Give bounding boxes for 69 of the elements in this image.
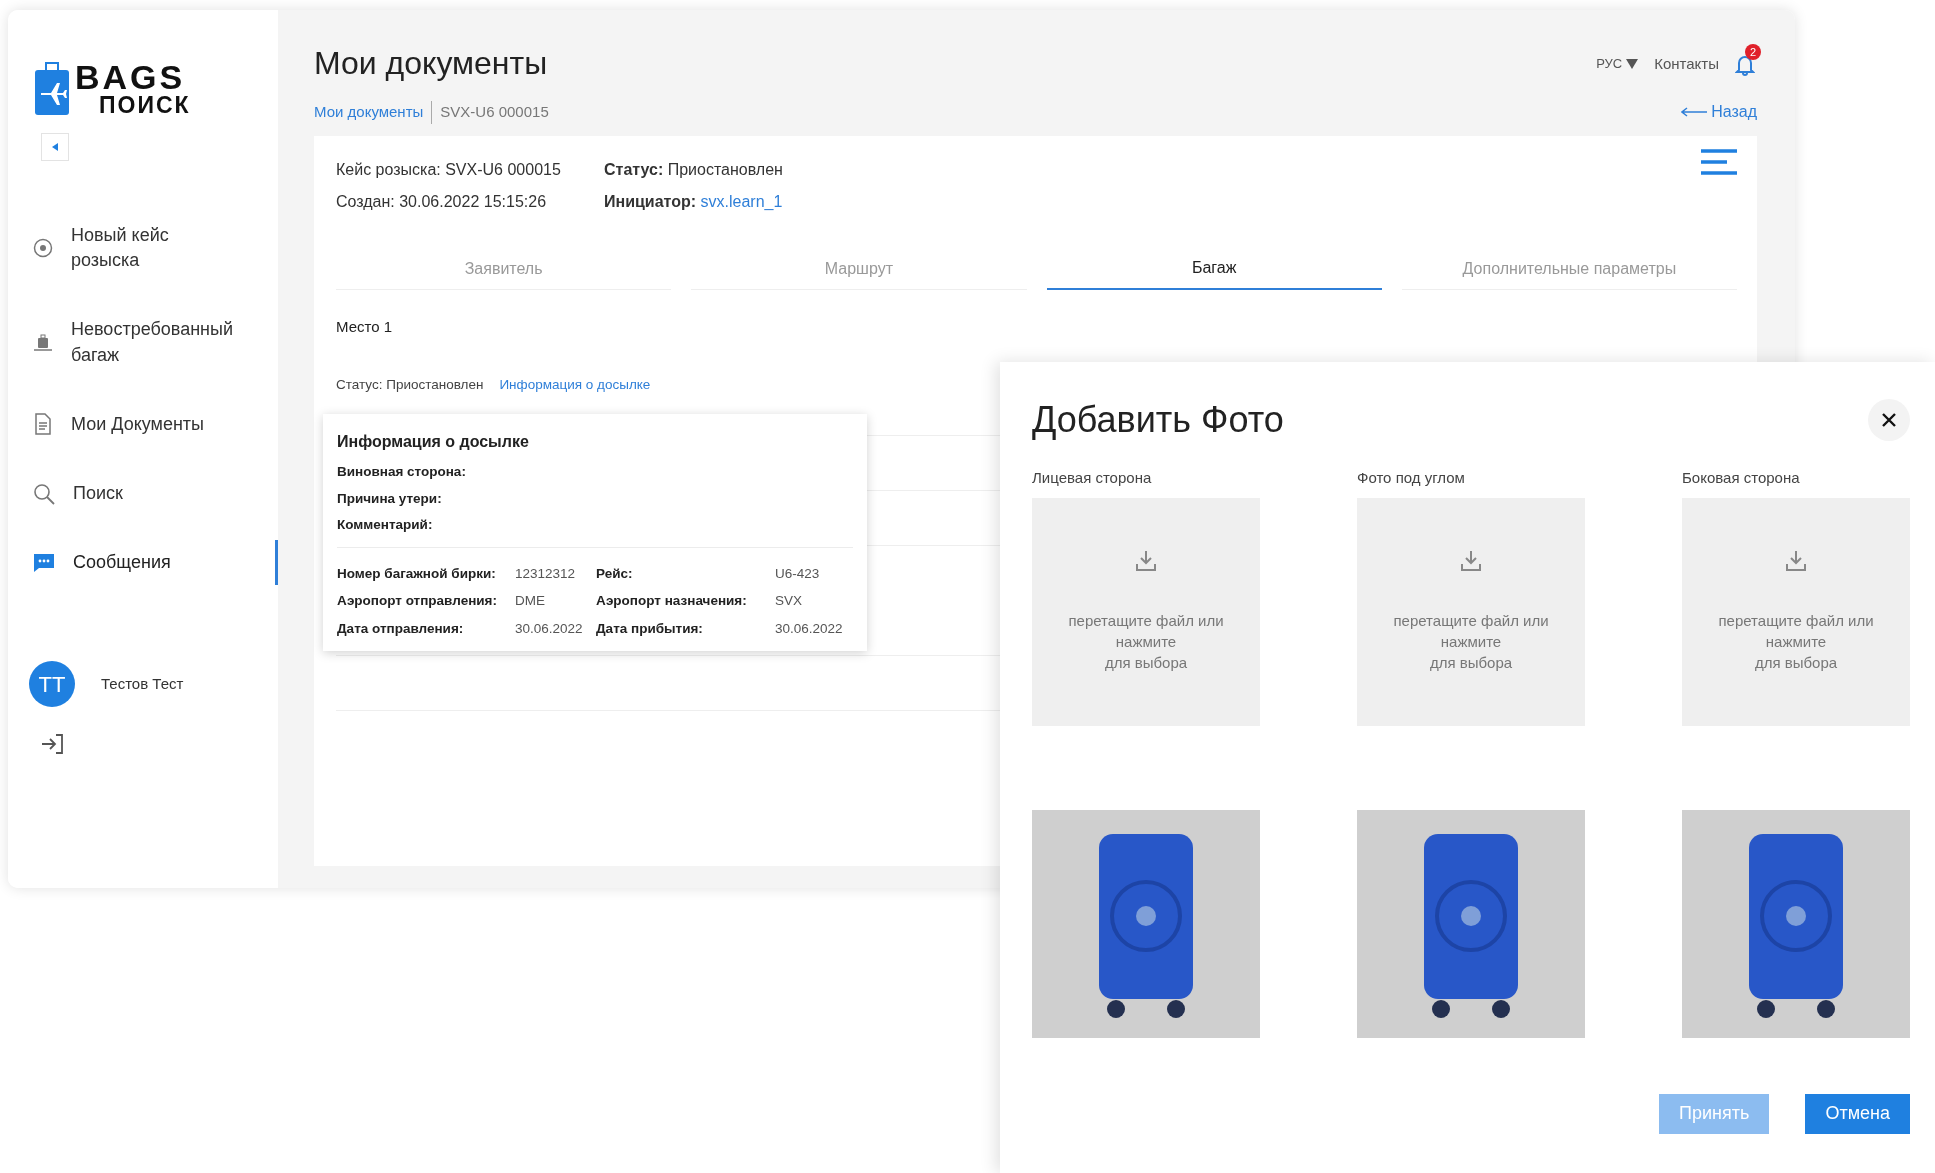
notification-badge: 2 [1745, 44, 1761, 60]
tab[interactable]: Дополнительные параметры [1401, 256, 1737, 291]
popover-label: Аэропорт отправления: [337, 592, 498, 611]
popover-label: Аэропорт назначения: [596, 592, 748, 611]
upload-label: Лицевая сторона [1032, 468, 1153, 489]
close-button[interactable] [1868, 398, 1910, 441]
upload-dropzone[interactable]: перетащите файл или нажмите для выбора [1032, 497, 1260, 726]
upload-label: Боковая сторона [1682, 468, 1801, 489]
luggage-icon [33, 332, 53, 353]
place-status: Статус: Приостановлен [336, 375, 484, 394]
caret-icon [1626, 59, 1639, 69]
case-field: Статус: Приостановлен [604, 158, 783, 183]
sidebar-item[interactable]: Невостребованный багаж [33, 317, 263, 368]
search-icon [33, 482, 55, 505]
sidebar-item[interactable]: Сообщения [33, 540, 278, 586]
popover-title: Информация о досылке [337, 432, 530, 453]
breadcrumb-link[interactable]: Мои документы [314, 101, 424, 124]
arrow-left-icon [1681, 107, 1708, 118]
page-title: Мои документы [314, 44, 548, 83]
tab[interactable]: Багаж [1046, 256, 1382, 291]
back-link[interactable]: Назад [1681, 100, 1757, 125]
logo-title: BAGS [75, 60, 187, 94]
popover-label: Номер багажной бирки: [337, 565, 497, 584]
close-icon [1882, 412, 1896, 427]
target-icon [33, 238, 53, 259]
popover-field: Причина утери: [337, 488, 853, 509]
popover-value: 30.06.2022 [775, 619, 844, 638]
sidebar-item[interactable]: Новый кейс розыска [33, 223, 263, 274]
popover-label: Дата прибытия: [596, 619, 704, 638]
popover-label: Рейс: [596, 565, 634, 584]
menu-icon[interactable] [1701, 148, 1737, 177]
collapse-button[interactable] [41, 133, 69, 161]
upload-dropzone[interactable]: перетащите файл или нажмите для выбора [1682, 497, 1910, 726]
tab[interactable]: Маршрут [691, 256, 1027, 291]
contacts-link[interactable]: Контакты [1654, 52, 1719, 76]
language-dropdown[interactable]: РУС [1596, 54, 1639, 74]
popover-value: U6-423 [775, 565, 821, 584]
upload-label: Фото под углом [1357, 468, 1466, 489]
place-label: Место 1 [336, 317, 394, 338]
upload-dropzone[interactable]: перетащите файл или нажмите для выбора [1357, 497, 1585, 726]
popover-value: DME [515, 592, 546, 611]
case-field-label: Инициатор: [604, 193, 697, 211]
dialog-button[interactable]: Отмена [1805, 1093, 1910, 1134]
download-icon [1785, 549, 1807, 572]
tab[interactable]: Заявитель [336, 256, 672, 291]
avatar: ТТ [29, 661, 75, 708]
forwarding-info-link[interactable]: Информация о досылке [499, 374, 651, 396]
breadcrumb-current: SVX-U6 000015 [431, 101, 549, 124]
sidebar-item[interactable]: Мои Документы [33, 411, 263, 437]
case-field: Создан: 30.06.2022 15:15:26 [336, 190, 604, 215]
download-icon [1460, 549, 1482, 572]
popover-field: Виновная сторона: [337, 462, 853, 483]
triangle-left-icon [50, 142, 60, 152]
popover-value: SVX [775, 592, 803, 611]
document-icon [33, 413, 53, 436]
chat-icon [33, 552, 55, 573]
popover-value: 30.06.2022 [515, 619, 584, 638]
download-icon [1135, 549, 1157, 572]
popover-label: Дата отправления: [337, 619, 465, 638]
initiator-link[interactable]: svx.learn_1 [700, 193, 783, 211]
dialog-title: Добавить Фото [1032, 398, 1284, 442]
user-name: Тестов Тест [101, 674, 184, 695]
popover-field: Комментарий: [337, 514, 853, 536]
popover-value: 12312312 [515, 565, 577, 584]
case-field: Кейс розыска: SVX-U6 000015 [336, 158, 604, 183]
sidebar-item[interactable]: Поиск [33, 480, 263, 507]
logo-icon [33, 60, 71, 117]
logo-subtitle: ПОИСК [99, 94, 191, 117]
logout-icon[interactable] [41, 733, 65, 756]
